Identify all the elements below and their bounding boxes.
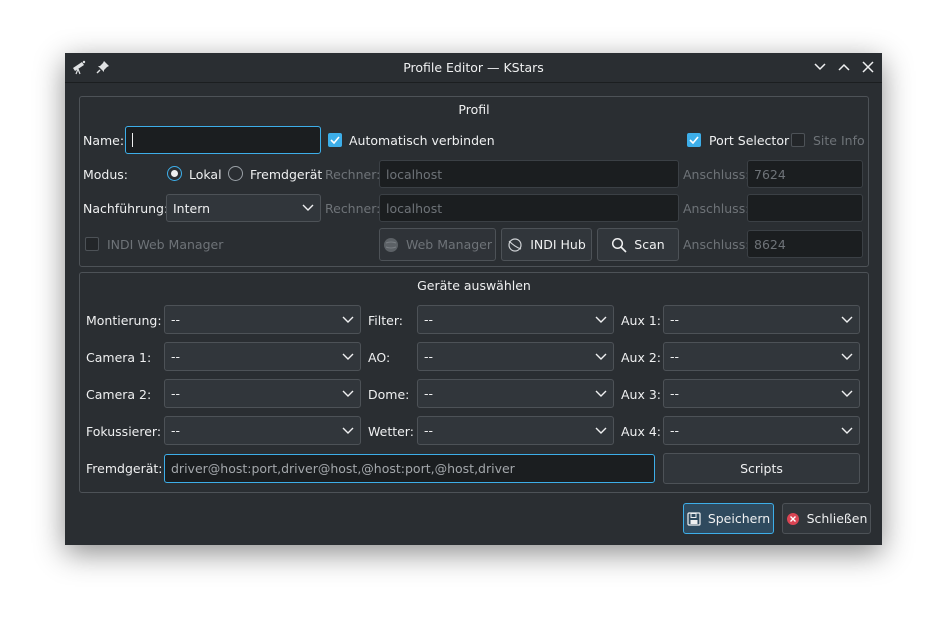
chevron-down-icon <box>342 353 354 360</box>
aux1-select[interactable]: -- <box>663 305 860 334</box>
port-selector-label: Port Selector <box>709 133 790 148</box>
site-info-label: Site Info <box>813 133 865 148</box>
chevron-down-icon[interactable] <box>811 58 829 76</box>
chevron-down-icon <box>841 390 853 397</box>
cancel-icon <box>786 512 799 525</box>
aux4-select[interactable]: -- <box>663 416 860 445</box>
guide-host-label: Rechner: <box>325 201 381 216</box>
indi-hub-icon <box>508 237 522 252</box>
indi-web-manager-checkbox[interactable] <box>85 237 99 251</box>
mode-remote-radio[interactable] <box>228 166 243 181</box>
focuser-label: Fokussierer: <box>86 424 162 439</box>
host-input[interactable]: localhost <box>379 160 679 188</box>
wm-port-label: Anschluss: <box>683 237 750 252</box>
chevron-down-icon <box>841 427 853 434</box>
globe-icon <box>383 237 398 252</box>
chevron-down-icon <box>595 390 607 397</box>
mode-remote-label: Fremdgerät <box>250 167 323 182</box>
camera2-select[interactable]: -- <box>164 379 361 408</box>
host-label: Rechner: <box>325 167 381 182</box>
ao-label: AO: <box>368 350 391 365</box>
close-icon[interactable] <box>859 58 877 76</box>
guide-port-label: Anschluss: <box>683 201 750 216</box>
chevron-down-icon <box>841 316 853 323</box>
aux2-label: Aux 2: <box>621 350 662 365</box>
remote-device-input[interactable]: driver@host:port,driver@host,@host:port,… <box>164 454 655 483</box>
search-icon <box>612 237 627 253</box>
chevron-down-icon <box>841 353 853 360</box>
port-label: Anschluss: <box>683 167 750 182</box>
chevron-down-icon <box>595 316 607 323</box>
mount-label: Montierung: <box>86 313 162 328</box>
guiding-label: Nachführung: <box>83 201 169 216</box>
chevron-down-icon <box>342 316 354 323</box>
aux2-select[interactable]: -- <box>663 342 860 371</box>
name-label: Name: <box>83 133 125 148</box>
remote-device-label: Fremdgerät: <box>86 461 163 476</box>
chevron-down-icon <box>595 427 607 434</box>
weather-select[interactable]: -- <box>417 416 614 445</box>
port-input[interactable]: 7624 <box>747 160 863 188</box>
aux4-label: Aux 4: <box>621 424 662 439</box>
filter-select[interactable]: -- <box>417 305 614 334</box>
camera2-label: Camera 2: <box>86 387 152 402</box>
weather-label: Wetter: <box>368 424 414 439</box>
mode-label: Modus: <box>83 167 129 182</box>
floppy-disk-icon <box>687 511 701 526</box>
aux1-label: Aux 1: <box>621 313 662 328</box>
devices-heading: Geräte auswählen <box>417 278 531 293</box>
text-cursor <box>132 133 133 147</box>
chevron-down-icon <box>595 353 607 360</box>
guide-host-input[interactable]: localhost <box>379 194 679 222</box>
indi-hub-button[interactable]: INDI Hub <box>501 228 592 261</box>
focuser-select[interactable]: -- <box>164 416 361 445</box>
aux3-label: Aux 3: <box>621 387 662 402</box>
aux3-select[interactable]: -- <box>663 379 860 408</box>
dome-label: Dome: <box>368 387 410 402</box>
indi-web-manager-label: INDI Web Manager <box>107 237 224 252</box>
camera1-label: Camera 1: <box>86 350 152 365</box>
title-bar: Profile Editor — KStars <box>65 53 882 83</box>
scripts-button[interactable]: Scripts <box>663 453 860 484</box>
filter-label: Filter: <box>368 313 403 328</box>
close-dialog-button[interactable]: Schließen <box>782 503 871 534</box>
mount-select[interactable]: -- <box>164 305 361 334</box>
ao-select[interactable]: -- <box>417 342 614 371</box>
dome-select[interactable]: -- <box>417 379 614 408</box>
scan-button[interactable]: Scan <box>597 228 679 261</box>
save-button[interactable]: Speichern <box>683 503 774 534</box>
guiding-select[interactable]: Intern <box>166 194 321 222</box>
chevron-down-icon <box>302 204 314 211</box>
auto-connect-checkbox[interactable] <box>328 133 342 147</box>
mode-local-radio[interactable] <box>167 166 182 181</box>
chevron-up-icon[interactable] <box>835 58 853 76</box>
mode-local-label: Lokal <box>189 167 222 182</box>
guide-port-input[interactable] <box>747 194 863 222</box>
chevron-down-icon <box>342 390 354 397</box>
name-input[interactable] <box>125 126 321 154</box>
auto-connect-label: Automatisch verbinden <box>349 133 495 148</box>
chevron-down-icon <box>342 427 354 434</box>
window-title: Profile Editor — KStars <box>403 60 544 75</box>
site-info-checkbox[interactable] <box>791 133 805 147</box>
profile-editor-window: Profile Editor — KStars Profil Name: Aut… <box>65 53 882 545</box>
web-manager-button[interactable]: Web Manager <box>379 228 496 261</box>
port-selector-checkbox[interactable] <box>687 133 701 147</box>
wm-port-input[interactable]: 8624 <box>747 230 863 258</box>
profil-heading: Profil <box>458 102 490 117</box>
camera1-select[interactable]: -- <box>164 342 361 371</box>
